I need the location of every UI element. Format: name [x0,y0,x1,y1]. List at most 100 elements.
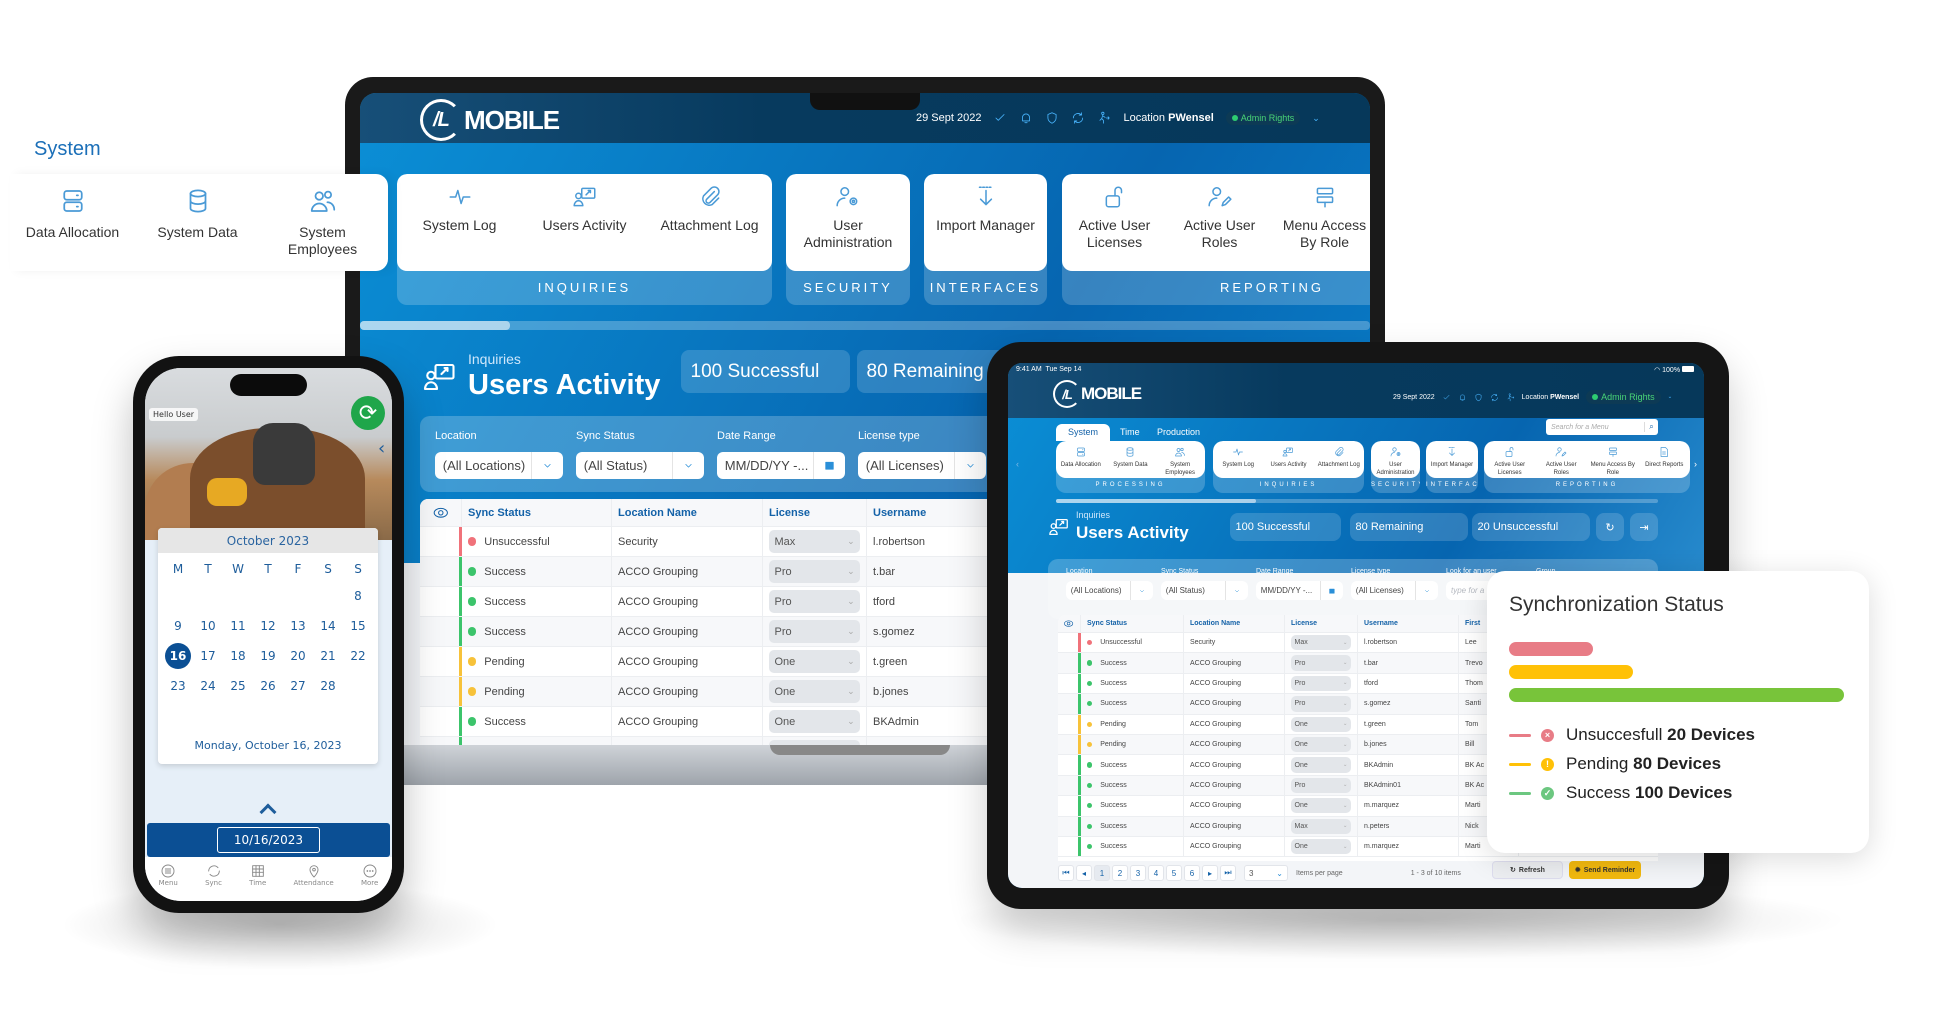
expand-chevron-icon[interactable] [259,803,277,821]
row-select[interactable] [420,707,462,736]
filter-license-type[interactable]: (All Licenses) [858,452,986,479]
prev-page-icon[interactable]: ◂ [1076,865,1092,881]
row-select[interactable] [1058,633,1081,653]
calendar-day[interactable]: 12 [253,611,283,641]
menu-item-system-employees[interactable]: System Employees [1155,441,1205,478]
calendar-day[interactable]: 20 [283,641,313,671]
row-select[interactable] [1058,816,1081,836]
search-icon[interactable]: ⌕ [1644,422,1658,432]
calendar-day[interactable]: 8 [343,581,373,611]
page-2[interactable]: 2 [1112,865,1128,881]
menu-scrollbar[interactable] [1056,499,1658,503]
scroll-right-icon[interactable]: › [1694,459,1697,469]
row-select[interactable] [1058,796,1081,816]
menu-item-import-manager[interactable]: Import Manager [1426,441,1478,478]
menu-item-attachment-log[interactable]: Attachment Log [647,174,772,271]
nav-attendance[interactable]: Attendance [294,863,334,901]
column-header-0[interactable]: Sync Status [1081,615,1184,632]
scroll-left-icon[interactable]: ‹ [1016,459,1019,469]
calendar-day[interactable]: 19 [253,641,283,671]
header-location[interactable]: Location PWensel [1522,394,1579,401]
chevron-down-icon[interactable] [1415,581,1438,600]
sync-button[interactable]: ⟳ [351,396,385,430]
filter-sync-status[interactable]: (All Status) [576,452,704,479]
shield-icon[interactable] [1474,393,1483,402]
calendar-day[interactable]: 27 [283,671,313,701]
calendar-day[interactable]: 13 [283,611,313,641]
menu-item-system-employees[interactable]: System Employees [260,174,385,271]
refresh-button[interactable]: ↻ Refresh [1492,861,1563,879]
calendar-icon[interactable] [812,452,845,479]
chevron-down-icon[interactable] [1130,581,1153,600]
calendar-day[interactable]: 26 [253,671,283,701]
row-select[interactable] [420,647,462,676]
menu-item-active-user-licenses[interactable]: Active User Licenses [1484,441,1536,478]
refresh-button[interactable]: ↻ [1596,513,1624,541]
license-select[interactable]: One ⌄ [1291,737,1351,753]
bell-icon[interactable] [1458,393,1467,402]
calendar-day[interactable]: 18 [223,641,253,671]
page-1[interactable]: 1 [1094,865,1110,881]
menu-item-data-allocation[interactable]: Data Allocation [10,174,135,271]
menu-item-data-allocation[interactable]: Data Allocation [1056,441,1106,478]
first-page-icon[interactable]: ⏮ [1058,865,1074,881]
next-page-icon[interactable]: ▸ [1202,865,1218,881]
menu-item-user-administration[interactable]: User Administration [1371,441,1420,478]
scrollbar-thumb[interactable] [360,321,510,330]
license-select[interactable]: One ⌄ [1291,798,1351,814]
calendar-icon[interactable] [1320,581,1343,600]
admin-rights-badge[interactable]: Admin Rights [1225,111,1301,125]
row-select[interactable] [1058,775,1081,796]
license-select[interactable]: Pro ⌄ [769,560,860,583]
row-select[interactable] [420,587,462,616]
export-button[interactable]: ⇥ [1630,513,1658,541]
chevron-down-icon[interactable] [530,452,563,479]
row-select[interactable] [1058,714,1081,734]
license-select[interactable]: Max ⌄ [769,530,860,553]
page-5[interactable]: 5 [1166,865,1182,881]
column-header-1[interactable]: Location Name [1184,615,1285,632]
nav-more[interactable]: More [361,863,378,901]
license-select[interactable]: One ⌄ [769,650,860,673]
calendar-day[interactable]: 17 [193,641,223,671]
calendar-day[interactable]: 28 [313,671,343,701]
license-select[interactable]: Pro ⌄ [769,590,860,613]
menu-item-direct-reports[interactable]: Direct Reports [1639,441,1691,478]
row-select[interactable] [420,557,462,586]
license-select[interactable]: Pro ⌄ [1291,777,1351,794]
menu-item-active-user-roles[interactable]: Active User Roles [1167,174,1272,271]
calendar-day[interactable]: 10 [193,611,223,641]
nav-time[interactable]: Time [249,863,266,901]
license-select[interactable]: One ⌄ [769,680,860,703]
row-select[interactable] [420,677,462,706]
chevron-down-icon[interactable]: ⌄ [1668,394,1673,400]
column-visibility[interactable] [1058,615,1081,632]
license-select[interactable]: Pro ⌄ [1291,655,1351,671]
bell-icon[interactable] [1019,111,1033,125]
license-select[interactable]: One ⌄ [1291,838,1351,855]
menu-item-user-administration[interactable]: User Administration [786,174,910,271]
row-select[interactable] [420,617,462,646]
menu-item-system-data[interactable]: System Data [1106,441,1156,478]
license-select[interactable]: Max ⌄ [1291,818,1351,834]
menu-item-system-log[interactable]: System Log [397,174,522,271]
calendar-day[interactable]: 21 [313,641,343,671]
filter-date-range[interactable]: MM/DD/YY -... [717,452,845,479]
column-visibility[interactable] [420,499,462,526]
menu-item-users-activity[interactable]: Users Activity [522,174,647,271]
row-select[interactable] [1058,694,1081,714]
menu-item-system-log[interactable]: System Log [1213,441,1263,478]
menu-scrollbar[interactable] [360,321,1370,330]
menu-item-users-activity[interactable]: Users Activity [1263,441,1313,478]
calendar-day-selected[interactable]: 16 [165,643,191,669]
shield-icon[interactable] [1045,111,1059,125]
license-select[interactable]: Pro ⌄ [1291,675,1351,692]
menu-item-import-manager[interactable]: Import Manager [924,174,1047,271]
menu-item-active-user-roles[interactable]: Active User Roles [1536,441,1588,478]
per-page-select[interactable]: 3 ⌄ [1244,865,1288,881]
license-select[interactable]: Pro ⌄ [769,620,860,643]
filter-location[interactable]: (All Locations) [1066,581,1153,600]
row-select[interactable] [420,527,462,556]
license-select[interactable]: One ⌄ [1291,757,1351,773]
calendar-day[interactable]: 15 [343,611,373,641]
